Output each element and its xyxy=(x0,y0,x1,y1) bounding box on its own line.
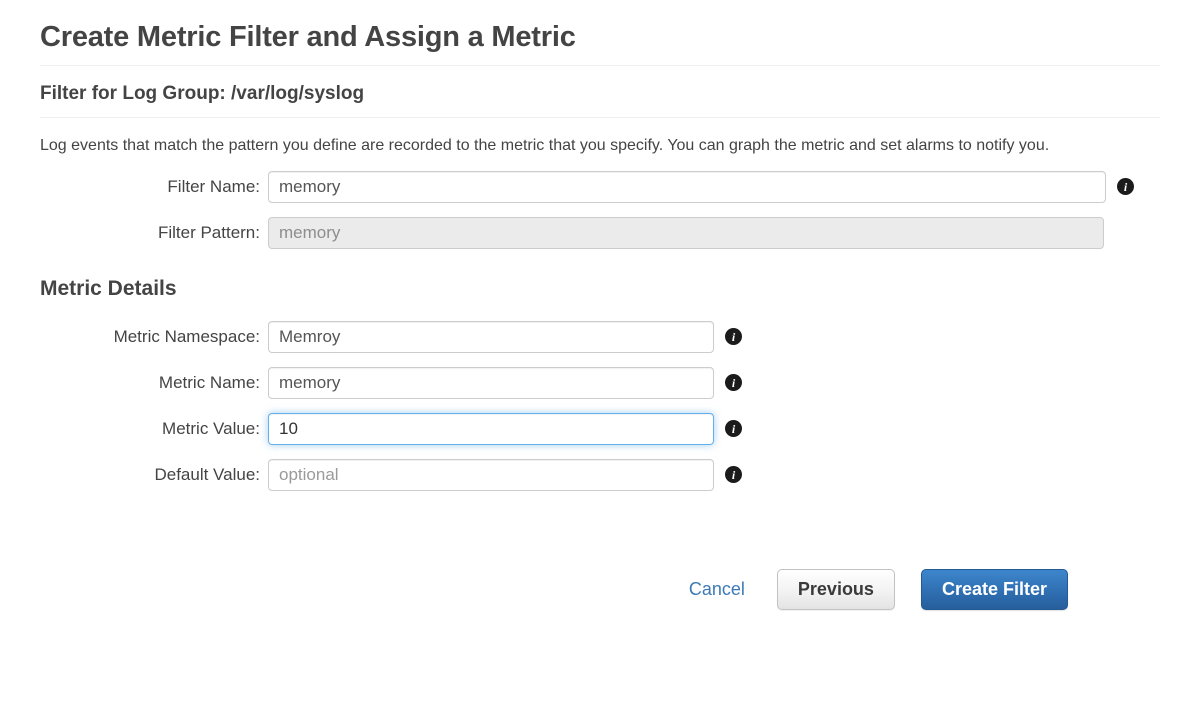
metric-value-row: Metric Value: i xyxy=(40,412,1160,445)
create-metric-filter-page: Create Metric Filter and Assign a Metric… xyxy=(0,0,1200,611)
default-value-row: Default Value: i xyxy=(40,458,1160,491)
metric-namespace-label: Metric Namespace: xyxy=(113,326,260,346)
page-title: Create Metric Filter and Assign a Metric xyxy=(40,21,576,53)
filter-pattern-input xyxy=(268,216,1104,249)
info-icon[interactable]: i xyxy=(725,466,742,484)
default-value-input[interactable] xyxy=(268,458,714,491)
info-icon[interactable]: i xyxy=(725,328,742,346)
filter-pattern-label: Filter Pattern: xyxy=(157,222,260,242)
metric-value-input[interactable] xyxy=(268,412,714,445)
metric-namespace-row: Metric Namespace: i xyxy=(40,320,1160,353)
metric-name-row: Metric Name: i xyxy=(40,366,1160,399)
filter-name-label: Filter Name: xyxy=(167,176,260,196)
filter-name-input[interactable] xyxy=(268,170,1106,203)
info-icon[interactable]: i xyxy=(725,374,742,392)
metric-value-label: Metric Value: xyxy=(162,418,260,438)
log-group-section-title: Filter for Log Group: /var/log/syslog xyxy=(40,82,365,104)
create-filter-button[interactable]: Create Filter xyxy=(920,568,1068,611)
metric-details-title: Metric Details xyxy=(40,276,177,300)
filter-pattern-row: Filter Pattern: xyxy=(40,216,1160,249)
page-description: Log events that match the pattern you de… xyxy=(40,136,1050,154)
default-value-label: Default Value: xyxy=(154,464,260,484)
metric-namespace-input[interactable] xyxy=(268,320,714,353)
form-actions: Cancel Previous Create Filter xyxy=(40,568,1160,611)
metric-name-label: Metric Name: xyxy=(158,372,260,392)
metric-name-input[interactable] xyxy=(268,366,714,399)
cancel-button[interactable]: Cancel xyxy=(685,573,749,606)
filter-name-row: Filter Name: i xyxy=(40,170,1160,203)
previous-button[interactable]: Previous xyxy=(776,568,895,611)
info-icon[interactable]: i xyxy=(725,420,742,438)
info-icon[interactable]: i xyxy=(1117,178,1134,196)
